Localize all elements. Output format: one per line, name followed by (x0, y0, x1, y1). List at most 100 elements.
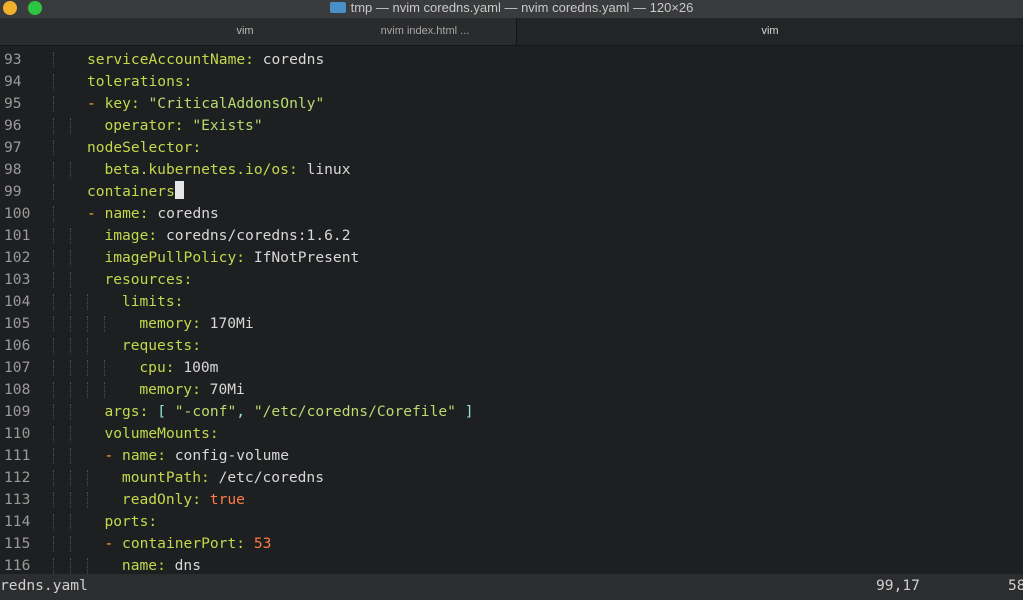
tab-label: vim (236, 25, 254, 37)
indent-guide (70, 558, 71, 574)
line-number: 96 (4, 117, 22, 134)
code-line[interactable]: 116 name: dns (0, 555, 1023, 574)
line-number: 99 (4, 183, 22, 200)
code-token: "/etc/coredns/Corefile" (253, 403, 456, 420)
code-token: coredns/coredns:1.6.2 (165, 227, 351, 244)
editor-buffer[interactable]: 93 serviceAccountName: coredns 94 toleratio… (0, 46, 1023, 574)
code-text: image: coredns/coredns:1.6.2 (104, 225, 350, 247)
line-number: 109 (4, 403, 31, 420)
code-line[interactable]: 115 - containerPort: 53 (0, 533, 1023, 555)
code-token: volumeMounts (104, 425, 210, 442)
code-line[interactable]: 94 tolerations: (0, 71, 1023, 93)
line-number: 111 (4, 447, 31, 464)
code-line[interactable]: 113 readOnly: true (0, 489, 1023, 511)
code-token: 70Mi (209, 381, 245, 398)
code-line[interactable]: 93 serviceAccountName: coredns (0, 49, 1023, 71)
code-line[interactable]: 106 requests: (0, 335, 1023, 357)
code-token: 53 (253, 535, 272, 552)
indent-guide (70, 448, 71, 464)
code-line[interactable]: 103 resources: (0, 269, 1023, 291)
indent-guide (53, 338, 54, 354)
code-token: key (104, 95, 131, 112)
code-line[interactable]: 110 volumeMounts: (0, 423, 1023, 445)
code-line[interactable]: 109 args: [ "-conf", "/etc/coredns/Corefi… (0, 401, 1023, 423)
code-line[interactable]: 95 - key: "CriticalAddonsOnly" (0, 93, 1023, 115)
indent-guide (53, 316, 54, 332)
indent-guide (70, 514, 71, 530)
code-line[interactable]: 100 - name: coredns (0, 203, 1023, 225)
line-number: 106 (4, 337, 31, 354)
code-token: : (174, 293, 184, 310)
code-token: args (104, 403, 140, 420)
code-token: - (87, 95, 105, 112)
code-token: limits (121, 293, 175, 310)
line-number: 101 (4, 227, 31, 244)
code-text: limits: (122, 291, 184, 313)
code-line[interactable]: 111 - name: config-volume (0, 445, 1023, 467)
code-text: - name: config-volume (104, 445, 289, 467)
code-line[interactable]: 108 memory: 70Mi (0, 379, 1023, 401)
code-token: operator (104, 117, 175, 134)
code-text: tolerations: (87, 71, 192, 93)
code-line[interactable]: 112 mountPath: /etc/coredns (0, 467, 1023, 489)
code-token: : (157, 557, 175, 574)
code-line[interactable]: 105 memory: 170Mi (0, 313, 1023, 335)
code-line[interactable]: 107 cpu: 100m (0, 357, 1023, 379)
tab-label: vim (761, 25, 779, 37)
tab-nvim-index[interactable]: nvim index.html ... (340, 18, 510, 45)
code-text: requests: (122, 335, 201, 357)
indent-guide (87, 360, 88, 376)
code-text: nodeSelector: (87, 137, 201, 159)
code-token: : (165, 359, 184, 376)
code-token: - (104, 535, 123, 552)
line-number: 93 (4, 51, 22, 68)
line-number: 98 (4, 161, 22, 178)
indent-guide (53, 382, 54, 398)
code-token: "-conf" (174, 403, 237, 420)
code-line[interactable]: 96 operator: "Exists" (0, 115, 1023, 137)
tab-vim-active[interactable]: vim (516, 18, 1023, 45)
indent-guide (53, 492, 54, 508)
code-token: readOnly (121, 491, 193, 508)
code-token: serviceAccountName (87, 51, 246, 68)
line-number: 102 (4, 249, 31, 266)
code-token: true (209, 491, 245, 508)
code-line[interactable]: 114 ports: (0, 511, 1023, 533)
code-text: memory: 170Mi (139, 313, 253, 335)
code-token: requests (121, 337, 193, 354)
code-token: : (209, 425, 219, 442)
code-token: 170Mi (209, 315, 254, 332)
indent-guide (70, 250, 71, 266)
code-text: volumeMounts: (104, 423, 218, 445)
line-number: 105 (4, 315, 31, 332)
code-line[interactable]: 101 image: coredns/coredns:1.6.2 (0, 225, 1023, 247)
code-token: : (192, 381, 210, 398)
indent-guide (70, 360, 71, 376)
code-line[interactable]: 97 nodeSelector: (0, 137, 1023, 159)
code-token: tolerations (87, 73, 184, 90)
indent-guide (53, 470, 54, 486)
code-token: ] (455, 403, 474, 420)
code-line[interactable]: 99 containers (0, 181, 1023, 203)
code-line[interactable]: 102 imagePullPolicy: IfNotPresent (0, 247, 1023, 269)
code-token: ports (104, 513, 149, 530)
indent-guide (53, 536, 54, 552)
code-token: "Exists" (192, 117, 263, 134)
code-line[interactable]: 104 limits: (0, 291, 1023, 313)
code-token: - (104, 447, 123, 464)
code-token: : (183, 73, 193, 90)
code-token: nodeSelector (87, 139, 193, 156)
indent-guide (53, 206, 54, 222)
code-token: , (236, 403, 254, 420)
code-token: /etc/coredns (218, 469, 324, 486)
indent-guide (53, 74, 54, 90)
code-token: mountPath (121, 469, 201, 486)
indent-guide (53, 448, 54, 464)
code-token: : (192, 491, 210, 508)
indent-guide (53, 294, 54, 310)
code-line[interactable]: 98 beta.kubernetes.io/os: linux (0, 159, 1023, 181)
indent-guide (87, 338, 88, 354)
line-number: 100 (4, 205, 31, 222)
line-number: 113 (4, 491, 31, 508)
indent-guide (104, 316, 105, 332)
